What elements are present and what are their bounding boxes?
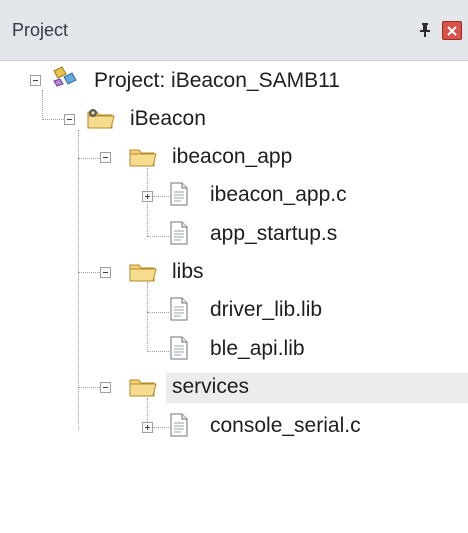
file-label: driver_lib.lib	[210, 298, 323, 321]
file-icon	[168, 296, 190, 327]
file-icon	[168, 220, 190, 251]
project-label: Project: iBeacon_SAMB11	[94, 69, 340, 92]
collapse-icon[interactable]	[100, 382, 111, 393]
expand-icon[interactable]	[142, 191, 153, 202]
group-label: libs	[172, 260, 204, 283]
file-label: app_startup.s	[210, 222, 338, 245]
file-label: console_serial.c	[210, 414, 361, 437]
folder-icon	[128, 144, 158, 175]
project-icon	[50, 65, 78, 96]
tree-file[interactable]: app_startup.s	[0, 216, 468, 252]
file-label: ibeacon_app.c	[210, 183, 347, 206]
tree-node-target[interactable]: iBeacon	[0, 101, 468, 137]
collapse-icon[interactable]	[64, 114, 75, 125]
tree-group-libs[interactable]: libs	[0, 254, 468, 290]
tree-node-project[interactable]: Project: iBeacon_SAMB11	[0, 63, 468, 99]
tree-group-ibeacon-app[interactable]: ibeacon_app	[0, 139, 468, 175]
collapse-icon[interactable]	[100, 267, 111, 278]
project-panel: Project Project: iBeacon_SAMB11 iBeacon …	[0, 0, 468, 533]
file-icon	[168, 335, 190, 366]
project-tree: Project: iBeacon_SAMB11 iBeacon ibeacon_…	[0, 60, 468, 533]
target-label: iBeacon	[130, 107, 206, 130]
file-icon	[168, 412, 190, 443]
file-icon	[168, 181, 190, 212]
expand-icon[interactable]	[142, 422, 153, 433]
pin-icon[interactable]	[416, 21, 434, 39]
tree-file[interactable]: console_serial.c	[0, 408, 468, 444]
tree-file[interactable]: ibeacon_app.c	[0, 177, 468, 213]
close-icon[interactable]	[442, 21, 462, 40]
group-label: services	[172, 375, 250, 398]
file-label: ble_api.lib	[210, 337, 305, 360]
folder-icon	[128, 259, 158, 290]
tree-group-services[interactable]: services	[0, 369, 468, 405]
collapse-icon[interactable]	[100, 152, 111, 163]
tree-file[interactable]: ble_api.lib	[0, 331, 468, 367]
panel-titlebar: Project	[0, 0, 468, 61]
group-label: ibeacon_app	[172, 145, 293, 168]
collapse-icon[interactable]	[30, 75, 41, 86]
panel-title: Project	[12, 20, 69, 40]
tree-file[interactable]: driver_lib.lib	[0, 292, 468, 328]
target-folder-icon	[86, 106, 116, 137]
folder-icon	[128, 374, 158, 405]
